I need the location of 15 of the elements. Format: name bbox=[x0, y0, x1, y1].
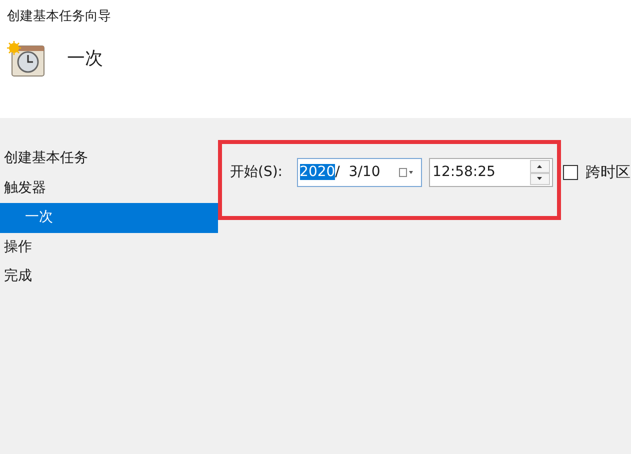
sidebar-step[interactable]: 操作 bbox=[0, 232, 218, 262]
sidebar-step[interactable]: 一次 bbox=[0, 203, 218, 232]
calendar-dropdown-icon bbox=[398, 168, 413, 177]
date-picker[interactable]: 2020/ 3/10 bbox=[296, 158, 422, 187]
sidebar-step[interactable]: 创建基本任务 bbox=[0, 144, 218, 174]
spin-buttons[interactable] bbox=[530, 160, 550, 185]
clock-icon bbox=[7, 40, 45, 76]
time-field[interactable]: 12:58:25 bbox=[428, 158, 553, 187]
sidebar-step[interactable]: 完成 bbox=[0, 262, 218, 292]
window-title: 创建基本任务向导 bbox=[7, 8, 112, 26]
checkbox-label: 跨时区 bbox=[586, 162, 631, 184]
checkbox[interactable] bbox=[562, 165, 578, 180]
page-heading: 一次 bbox=[67, 47, 103, 71]
start-label: 开始(S): bbox=[230, 163, 283, 182]
sidebar-step[interactable]: 触发器 bbox=[0, 174, 218, 203]
